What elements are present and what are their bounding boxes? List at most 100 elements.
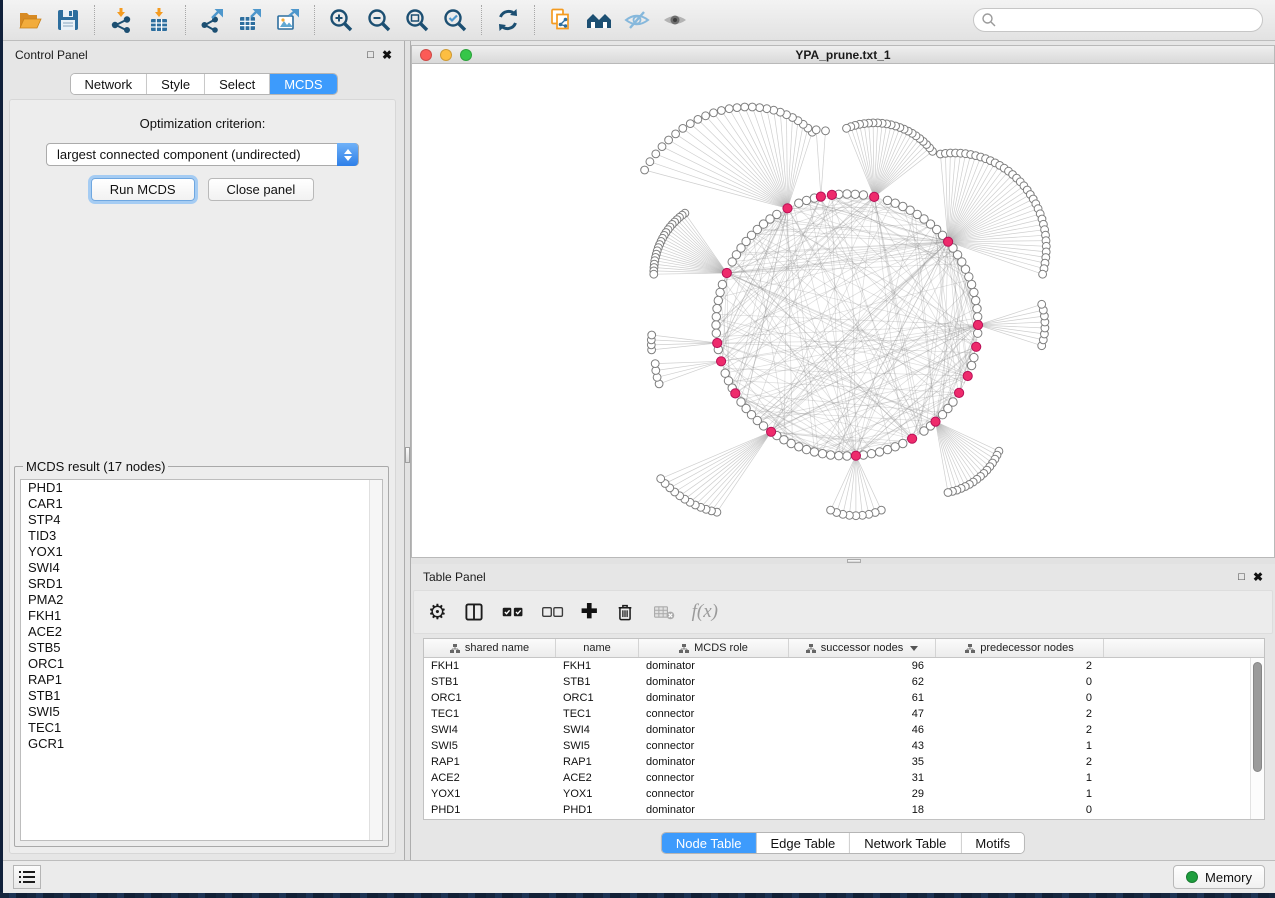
table-row[interactable]: SWI5SWI5connector431	[424, 738, 1264, 754]
table-cell[interactable]: 31	[789, 770, 936, 786]
table-cell[interactable]: SWI5	[556, 738, 639, 754]
open-file-button[interactable]	[13, 4, 47, 36]
network-canvas[interactable]	[412, 64, 1274, 557]
tab-network[interactable]: Network	[70, 74, 147, 94]
table-cell[interactable]: 0	[936, 802, 1104, 818]
table-cell[interactable]: 0	[936, 690, 1104, 706]
tab-mcds[interactable]: MCDS	[270, 74, 336, 94]
table-row[interactable]: YOX1YOX1connector291	[424, 786, 1264, 802]
table-cell[interactable]: 43	[789, 738, 936, 754]
search-input[interactable]	[973, 8, 1263, 32]
table-cell[interactable]: YOX1	[556, 786, 639, 802]
tab-node-table[interactable]: Node Table	[662, 833, 757, 853]
table-cell[interactable]: ACE2	[424, 770, 556, 786]
show-columns-button[interactable]	[463, 597, 485, 627]
mcds-result-item[interactable]: TID3	[21, 528, 382, 544]
first-neighbors-button[interactable]	[582, 4, 616, 36]
mcds-result-item[interactable]: STP4	[21, 512, 382, 528]
table-cell[interactable]: RAP1	[424, 754, 556, 770]
table-row[interactable]: SWI4SWI4dominator462	[424, 722, 1264, 738]
import-network-button[interactable]	[104, 4, 138, 36]
save-session-button[interactable]	[51, 4, 85, 36]
table-row[interactable]: ACE2ACE2connector311	[424, 770, 1264, 786]
mcds-result-item[interactable]: PHD1	[21, 480, 382, 496]
clone-network-button[interactable]	[544, 4, 578, 36]
mcds-result-list[interactable]: PHD1CAR1STP4TID3YOX1SWI4SRD1PMA2FKH1ACE2…	[20, 479, 383, 841]
mcds-result-item[interactable]: STB5	[21, 640, 382, 656]
table-cell[interactable]: RAP1	[556, 754, 639, 770]
export-image-button[interactable]	[271, 4, 305, 36]
refresh-view-button[interactable]	[491, 4, 525, 36]
table-cell[interactable]: 2	[936, 722, 1104, 738]
splitter-grip[interactable]	[847, 559, 861, 563]
close-panel-button[interactable]: Close panel	[208, 178, 315, 201]
mcds-result-item[interactable]: TEC1	[21, 720, 382, 736]
close-panel-icon[interactable]: ✖	[1253, 571, 1263, 583]
table-cell[interactable]: 1	[936, 738, 1104, 754]
delete-column-button[interactable]	[614, 597, 636, 627]
tab-select[interactable]: Select	[205, 74, 270, 94]
table-cell[interactable]: ORC1	[556, 690, 639, 706]
table-cell[interactable]: 96	[789, 658, 936, 674]
table-settings-button[interactable]: ⚙	[428, 597, 447, 627]
table-row[interactable]: TEC1TEC1connector472	[424, 706, 1264, 722]
table-cell[interactable]: FKH1	[424, 658, 556, 674]
table-cell[interactable]: PHD1	[424, 802, 556, 818]
table-cell[interactable]: 46	[789, 722, 936, 738]
table-cell[interactable]: 2	[936, 658, 1104, 674]
table-cell[interactable]: 0	[936, 674, 1104, 690]
table-cell[interactable]: YOX1	[424, 786, 556, 802]
import-table-button[interactable]	[142, 4, 176, 36]
table-cell[interactable]: dominator	[639, 690, 789, 706]
close-panel-icon[interactable]: ✖	[382, 49, 392, 61]
column-header-name[interactable]: name	[556, 639, 639, 657]
table-cell[interactable]: SWI5	[424, 738, 556, 754]
mcds-result-item[interactable]: FKH1	[21, 608, 382, 624]
table-cell[interactable]: ORC1	[424, 690, 556, 706]
tab-motifs[interactable]: Motifs	[961, 833, 1024, 853]
table-cell[interactable]: PHD1	[556, 802, 639, 818]
column-header-MCDS-role[interactable]: MCDS role	[639, 639, 789, 657]
table-cell[interactable]: FKH1	[556, 658, 639, 674]
show-all-button[interactable]	[658, 4, 692, 36]
table-scrollbar[interactable]	[1250, 658, 1264, 819]
vertical-splitter[interactable]	[404, 41, 411, 860]
table-cell[interactable]: 35	[789, 754, 936, 770]
mcds-result-item[interactable]: ORC1	[21, 656, 382, 672]
table-cell[interactable]: dominator	[639, 754, 789, 770]
splitter-grip[interactable]	[405, 447, 410, 463]
table-cell[interactable]: connector	[639, 770, 789, 786]
table-cell[interactable]: TEC1	[424, 706, 556, 722]
tab-edge-table[interactable]: Edge Table	[756, 833, 850, 853]
table-cell[interactable]: 1	[936, 770, 1104, 786]
column-header-predecessor-nodes[interactable]: predecessor nodes	[936, 639, 1104, 657]
column-header-successor-nodes[interactable]: successor nodes	[789, 639, 936, 657]
unselect-all-columns-button[interactable]	[541, 597, 565, 627]
export-network-button[interactable]	[195, 4, 229, 36]
table-scrollbar-thumb[interactable]	[1253, 662, 1262, 772]
create-column-button[interactable]: ✚	[581, 597, 598, 627]
table-cell[interactable]: 18	[789, 802, 936, 818]
table-cell[interactable]: SWI4	[556, 722, 639, 738]
hide-selected-button[interactable]	[620, 4, 654, 36]
table-cell[interactable]: STB1	[556, 674, 639, 690]
zoom-selected-button[interactable]	[438, 4, 472, 36]
table-cell[interactable]: connector	[639, 738, 789, 754]
table-row[interactable]: STB1STB1dominator620	[424, 674, 1264, 690]
mcds-result-item[interactable]: CAR1	[21, 496, 382, 512]
criterion-dropdown[interactable]: largest connected component (undirected)	[46, 143, 359, 166]
export-table-button[interactable]	[233, 4, 267, 36]
table-cell[interactable]: dominator	[639, 802, 789, 818]
table-cell[interactable]: TEC1	[556, 706, 639, 722]
table-cell[interactable]: connector	[639, 706, 789, 722]
mcds-result-item[interactable]: PMA2	[21, 592, 382, 608]
mcds-result-item[interactable]: GCR1	[21, 736, 382, 752]
table-cell[interactable]: SWI4	[424, 722, 556, 738]
mcds-result-item[interactable]: SRD1	[21, 576, 382, 592]
table-cell[interactable]: ACE2	[556, 770, 639, 786]
run-mcds-button[interactable]: Run MCDS	[91, 178, 195, 201]
task-history-button[interactable]	[13, 865, 41, 889]
table-row[interactable]: PHD1PHD1dominator180	[424, 802, 1264, 818]
table-cell[interactable]: 29	[789, 786, 936, 802]
mcds-result-item[interactable]: ACE2	[21, 624, 382, 640]
